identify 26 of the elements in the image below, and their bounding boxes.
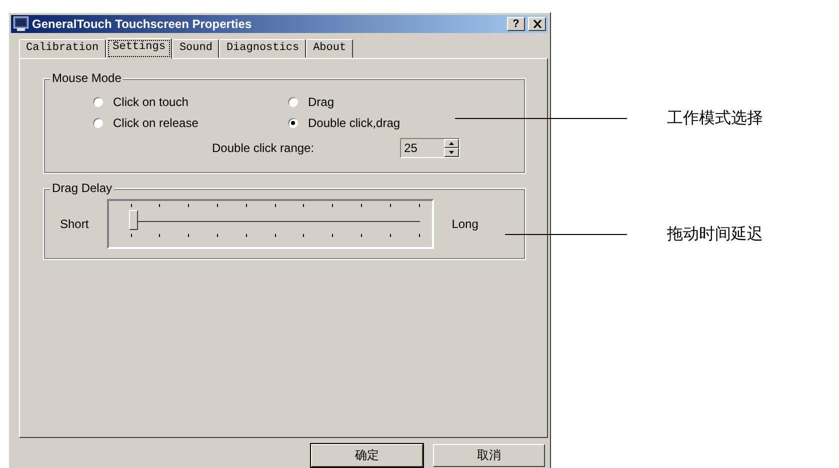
help-button[interactable]: ? bbox=[507, 17, 525, 31]
monitor-icon bbox=[13, 16, 29, 32]
annotation-label: 拖动时间延迟 bbox=[667, 224, 763, 245]
slider-max-label: Long bbox=[452, 217, 478, 231]
window-title: GeneralTouch Touchscreen Properties bbox=[32, 17, 252, 31]
radio-option[interactable]: Double click,drag bbox=[287, 116, 487, 130]
radio-option[interactable]: Click on release bbox=[92, 116, 287, 130]
group-title: Drag Delay bbox=[50, 181, 114, 195]
ok-button[interactable]: 确定 bbox=[311, 444, 423, 467]
tab[interactable]: About bbox=[306, 39, 354, 58]
close-button[interactable] bbox=[528, 17, 546, 31]
cancel-button[interactable]: 取消 bbox=[433, 444, 545, 467]
range-label: Double click range: bbox=[212, 141, 314, 155]
tab[interactable]: Sound bbox=[172, 39, 220, 58]
close-icon bbox=[532, 20, 542, 28]
slider[interactable] bbox=[106, 199, 434, 249]
slider-thumb[interactable] bbox=[128, 210, 138, 230]
tab[interactable]: Settings bbox=[106, 38, 172, 59]
group-title: Mouse Mode bbox=[50, 71, 124, 85]
slider-min-label: Short bbox=[60, 217, 89, 231]
radio-option[interactable]: Drag bbox=[287, 95, 487, 109]
radio-option[interactable]: Click on touch bbox=[92, 95, 287, 109]
tab[interactable]: Calibration bbox=[19, 39, 106, 58]
annotation-label: 工作模式选择 bbox=[667, 108, 763, 129]
spin-box[interactable]: 25 bbox=[400, 138, 460, 158]
tab[interactable]: Diagnostics bbox=[219, 39, 306, 58]
